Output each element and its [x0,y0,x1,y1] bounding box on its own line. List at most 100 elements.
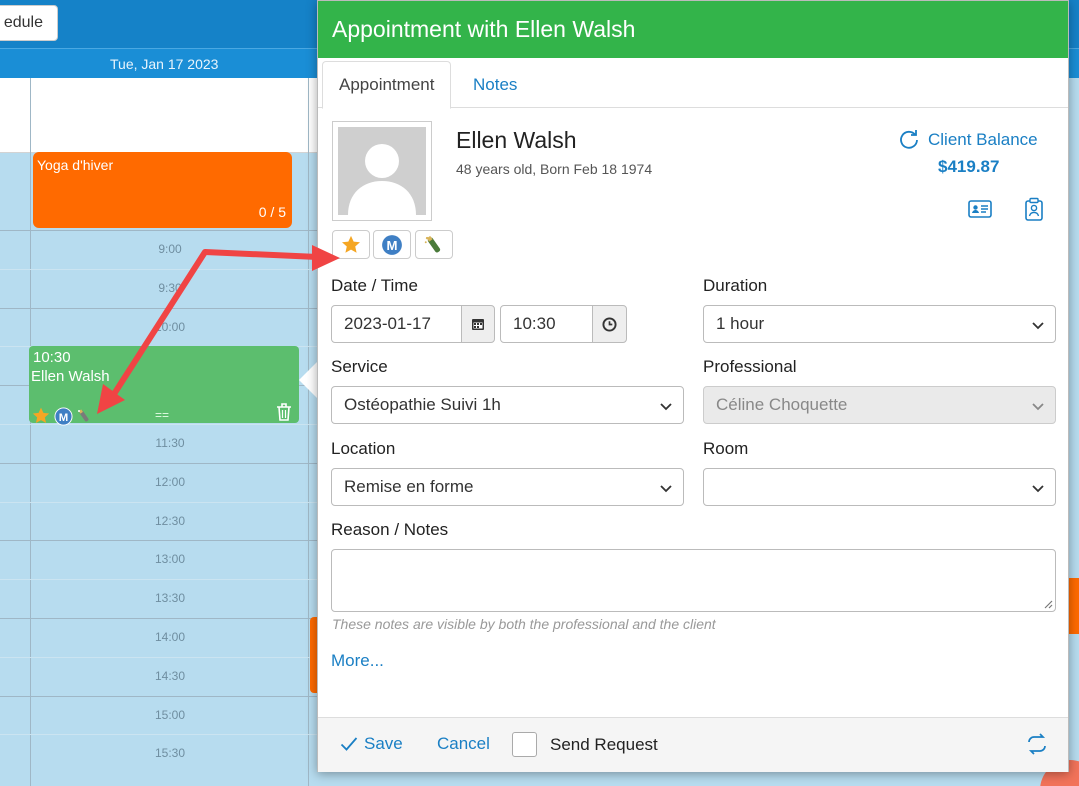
event-client: Ellen Walsh [31,368,110,385]
more-link[interactable]: More... [331,651,384,671]
modal-tabs: Appointment Notes [318,59,1068,109]
notes-label: Reason / Notes [331,520,449,539]
calendar-icon [472,319,484,330]
service-select[interactable]: Ostéopathie Suivi 1h [331,386,684,424]
location-value: Remise en forme [344,477,474,496]
schedule-button[interactable]: edule [0,5,58,41]
client-balance-value: $419.87 [938,157,1000,176]
chevron-down-icon [1032,485,1044,493]
clock-icon [602,316,617,332]
drag-handle-icon[interactable]: == [155,408,169,422]
cancel-button[interactable]: Cancel [437,734,490,754]
grid-row-divider [0,268,320,270]
time-slot-label: 9:00 [158,242,182,256]
champagne-icon [78,409,89,422]
calendar-event-peek-right [1068,578,1079,634]
event-count: 0 / 5 [258,204,286,220]
modal-pointer [299,360,319,400]
grid-row-divider [0,579,320,581]
badge-star-button[interactable] [332,230,370,259]
svg-text:M: M [59,411,69,423]
calendar-event-appointment[interactable]: 10:30 Ellen Walsh M == [29,346,299,426]
grid-row-divider [0,307,320,309]
grid-column-divider [308,78,309,786]
client-name: Ellen Walsh [456,127,577,153]
professional-value: Céline Choquette [716,395,848,414]
grid-row-divider [0,656,320,658]
send-request-label: Send Request [550,735,658,754]
location-label: Location [331,439,396,458]
person-silhouette-icon [348,144,416,215]
notes-hint: These notes are visible by both the prof… [332,616,716,632]
chevron-down-icon [1032,403,1044,411]
svg-text:M: M [387,237,398,252]
time-slot-label: 11:30 [155,436,185,450]
datetime-label: Date / Time [331,276,418,295]
calendar-allday-row [0,115,320,153]
send-request-checkbox[interactable] [512,732,537,757]
grid-column-divider [30,78,31,786]
client-subtitle: 48 years old, Born Feb 18 1974 [456,161,653,177]
grid-row-divider [0,734,320,736]
time-slot-label: 12:30 [154,513,186,528]
checkmark-icon [340,737,358,751]
notes-textarea[interactable] [331,549,1056,612]
calendar-event-class[interactable]: Yoga d'hiver 0 / 5 [33,152,292,228]
time-slot-label: 12:00 [154,474,186,489]
modal-title: Appointment with Ellen Walsh [318,1,1068,58]
room-label: Room [703,439,749,458]
avatar [332,121,432,221]
grid-row-divider [0,695,320,697]
date-picker-button[interactable] [461,305,495,343]
appointment-modal: Appointment with Ellen Walsh Appointment… [317,0,1069,772]
calendar-date-label: Tue, Jan 17 2023 [110,56,219,72]
professional-label: Professional [703,357,797,376]
location-select[interactable]: Remise en forme [331,468,684,506]
star-icon [342,235,360,253]
grid-row-divider [0,462,320,464]
chevron-down-icon [660,403,672,411]
time-slot-label: 15:00 [154,707,186,722]
grid-row-divider [0,501,320,503]
duration-select[interactable]: 1 hour [703,305,1056,343]
id-card-icon[interactable] [968,199,992,219]
duration-label: Duration [703,276,768,295]
event-title: Yoga d'hiver [37,157,114,173]
room-select[interactable] [703,468,1056,506]
save-label: Save [364,734,403,753]
professional-select: Céline Choquette [703,386,1056,424]
duration-value: 1 hour [716,314,765,333]
tab-appointment[interactable]: Appointment [322,61,452,109]
event-badges: M [31,406,92,426]
save-button[interactable]: Save [340,734,403,754]
clipboard-person-icon[interactable] [1024,197,1044,221]
star-icon [32,407,50,423]
resize-handle-icon[interactable] [1043,599,1053,609]
event-time: 10:30 [33,349,71,366]
client-balance-link[interactable]: Client Balance [898,129,1038,151]
chevron-down-icon [1032,322,1044,330]
time-slot-label: 13:30 [154,591,186,606]
time-picker-button[interactable] [592,305,627,343]
time-slot-label: 13:00 [154,552,186,567]
membership-m-icon: M [382,234,402,255]
client-balance-label: Client Balance [928,130,1038,149]
calendar-allday-row [0,78,320,116]
tab-notes[interactable]: Notes [457,61,533,109]
time-slot-label: 14:30 [154,668,186,683]
avatar-placeholder [338,127,426,215]
repeat-icon[interactable] [1026,733,1048,755]
trash-icon[interactable] [275,402,293,422]
chevron-down-icon [660,485,672,493]
refresh-icon [900,130,918,149]
time-input[interactable]: 10:30 [500,305,593,343]
time-slot-label: 9:30 [158,280,182,295]
date-input[interactable]: 2023-01-17 [331,305,462,343]
grid-row-divider [0,230,320,231]
badge-champagne-button[interactable] [415,230,453,259]
service-value: Ostéopathie Suivi 1h [344,395,501,414]
grid-row-divider [0,540,320,542]
badge-membership-button[interactable]: M [373,230,411,259]
time-slot-label: 14:00 [154,630,186,644]
champagne-icon [424,235,441,253]
